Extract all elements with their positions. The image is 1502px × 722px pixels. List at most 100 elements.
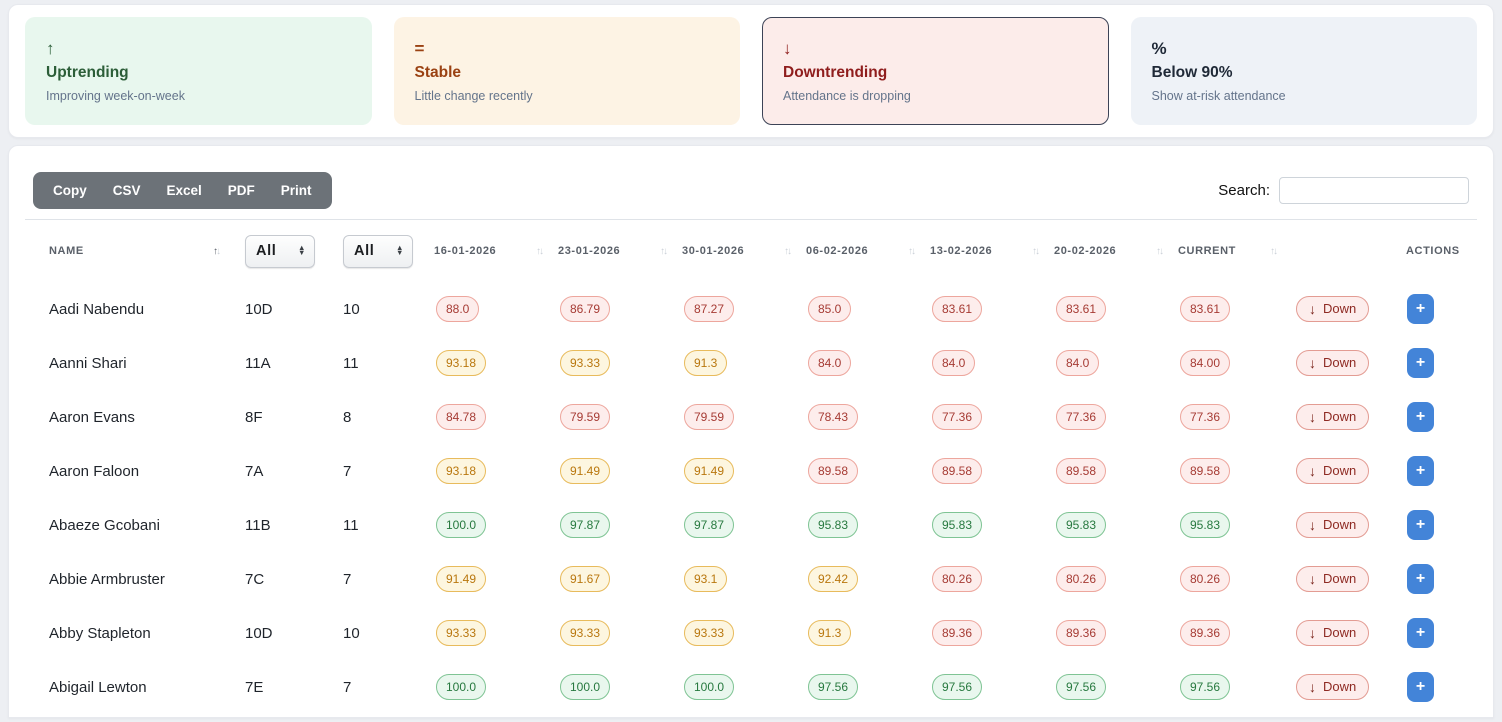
attendance-badge: 84.0 — [1056, 350, 1099, 376]
search-input[interactable] — [1279, 177, 1469, 204]
trend-cell: ↓ Down — [1292, 350, 1399, 376]
excel-button[interactable]: Excel — [154, 172, 215, 209]
actions-cell: + — [1399, 402, 1483, 432]
attendance-badge: 89.58 — [1056, 458, 1106, 484]
attendance-value-cell: 86.79 — [558, 296, 682, 322]
class-filter-select[interactable]: All ▲▼ — [245, 235, 315, 268]
attendance-badge: 78.43 — [808, 404, 858, 430]
table-row: Abbie Armbruster7C791.4991.6793.192.4280… — [33, 552, 1469, 606]
down-arrow-icon: ↓ — [1309, 464, 1316, 478]
attendance-value-cell: 100.0 — [434, 674, 558, 700]
attendance-badge: 89.36 — [1056, 620, 1106, 646]
attendance-badge: 95.83 — [1056, 512, 1106, 538]
filter-card-below-90[interactable]: % Below 90% Show at-risk attendance — [1131, 17, 1478, 125]
table-row: Aaron Faloon7A793.1891.4991.4989.5889.58… — [33, 444, 1469, 498]
student-name-cell: Abby Stapleton — [33, 625, 245, 642]
table-row: Aaron Evans8F884.7879.5979.5978.4377.367… — [33, 390, 1469, 444]
class-filter-cell: All ▲▼ — [245, 235, 343, 268]
trend-label: Down — [1323, 409, 1356, 424]
attendance-badge: 97.56 — [808, 674, 858, 700]
attendance-value-cell: 79.59 — [682, 404, 806, 430]
column-header-date[interactable]: 06-02-2026 ↑↓ — [806, 245, 930, 257]
table-row: Aanni Shari11A1193.1893.3391.384.084.084… — [33, 336, 1469, 390]
filter-card-uptrending[interactable]: ↑ Uptrending Improving week-on-week — [25, 17, 372, 125]
attendance-badge: 97.87 — [684, 512, 734, 538]
column-header-date[interactable]: 13-02-2026 ↑↓ — [930, 245, 1054, 257]
attendance-badge: 86.79 — [560, 296, 610, 322]
column-header-date[interactable]: 30-01-2026 ↑↓ — [682, 245, 806, 257]
year-cell: 10 — [343, 625, 434, 642]
attendance-value-cell: 84.0 — [930, 350, 1054, 376]
attendance-value-cell: 89.58 — [1178, 458, 1292, 484]
sort-icon: ↑↓ — [536, 246, 542, 257]
attendance-badge: 84.78 — [436, 404, 486, 430]
actions-cell: + — [1399, 618, 1483, 648]
expand-row-button[interactable]: + — [1407, 348, 1434, 378]
trend-up-icon: ↑ — [46, 39, 351, 59]
attendance-badge: 80.26 — [1180, 566, 1230, 592]
attendance-value-cell: 91.49 — [434, 566, 558, 592]
down-arrow-icon: ↓ — [1309, 518, 1316, 532]
column-header-date[interactable]: 23-01-2026 ↑↓ — [558, 245, 682, 257]
year-cell: 7 — [343, 571, 434, 588]
attendance-badge: 84.0 — [932, 350, 975, 376]
trend-down-badge: ↓Down — [1296, 620, 1369, 646]
expand-row-button[interactable]: + — [1407, 564, 1434, 594]
card-subtitle: Improving week-on-week — [46, 89, 351, 103]
column-header-actions: ACTIONS — [1399, 245, 1483, 257]
attendance-value-cell: 83.61 — [930, 296, 1054, 322]
expand-row-button[interactable]: + — [1407, 456, 1434, 486]
trend-label: Down — [1323, 355, 1356, 370]
year-cell: 11 — [343, 355, 434, 372]
attendance-value-cell: 89.58 — [930, 458, 1054, 484]
attendance-badge: 91.67 — [560, 566, 610, 592]
sort-asc-icon: ↑↓ — [213, 246, 219, 257]
print-button[interactable]: Print — [268, 172, 325, 209]
attendance-badge: 91.49 — [436, 566, 486, 592]
card-subtitle: Show at-risk attendance — [1152, 89, 1457, 103]
year-cell: 8 — [343, 409, 434, 426]
down-arrow-icon: ↓ — [1309, 302, 1316, 316]
attendance-value-cell: 89.36 — [930, 620, 1054, 646]
attendance-badge: 88.0 — [436, 296, 479, 322]
attendance-badge: 100.0 — [436, 674, 486, 700]
column-header-date[interactable]: 16-01-2026 ↑↓ — [434, 245, 558, 257]
attendance-value-cell: 89.58 — [1054, 458, 1178, 484]
attendance-badge: 100.0 — [436, 512, 486, 538]
pdf-button[interactable]: PDF — [215, 172, 268, 209]
trend-cell: ↓Down — [1292, 296, 1399, 322]
attendance-badge: 89.36 — [1180, 620, 1230, 646]
class-cell: 10D — [245, 301, 343, 318]
sort-icon: ↑↓ — [1270, 246, 1276, 257]
column-header-current[interactable]: CURRENT ↑↓ — [1178, 245, 1292, 257]
expand-row-button[interactable]: + — [1407, 672, 1434, 702]
actions-cell: + — [1399, 456, 1483, 486]
down-arrow-icon: ↓ — [1309, 680, 1316, 694]
filter-card-stable[interactable]: = Stable Little change recently — [394, 17, 741, 125]
attendance-value-cell: 84.0 — [1054, 350, 1178, 376]
attendance-badge: 89.58 — [808, 458, 858, 484]
expand-row-button[interactable]: + — [1407, 618, 1434, 648]
attendance-badge: 77.36 — [1056, 404, 1106, 430]
class-cell: 7A — [245, 463, 343, 480]
down-arrow-icon: ↓ — [1309, 356, 1316, 370]
student-name-cell: Aanni Shari — [33, 355, 245, 372]
attendance-value-cell: 83.61 — [1054, 296, 1178, 322]
csv-button[interactable]: CSV — [100, 172, 154, 209]
copy-button[interactable]: Copy — [40, 172, 100, 209]
attendance-value-cell: 93.18 — [434, 458, 558, 484]
column-header-date[interactable]: 20-02-2026 ↑↓ — [1054, 245, 1178, 257]
expand-row-button[interactable]: + — [1407, 510, 1434, 540]
sort-icon: ↑↓ — [660, 246, 666, 257]
attendance-value-cell: 100.0 — [558, 674, 682, 700]
expand-row-button[interactable]: + — [1407, 294, 1434, 324]
expand-row-button[interactable]: + — [1407, 402, 1434, 432]
card-subtitle: Attendance is dropping — [783, 89, 1088, 103]
class-cell: 7E — [245, 679, 343, 696]
class-cell: 11A — [245, 355, 343, 372]
year-filter-select[interactable]: All ▲▼ — [343, 235, 413, 268]
filter-card-downtrending[interactable]: ↓ Downtrending Attendance is dropping — [762, 17, 1109, 125]
attendance-value-cell: 80.26 — [1054, 566, 1178, 592]
column-header-name[interactable]: NAME ↑↓ — [33, 245, 245, 257]
attendance-badge: 95.83 — [932, 512, 982, 538]
